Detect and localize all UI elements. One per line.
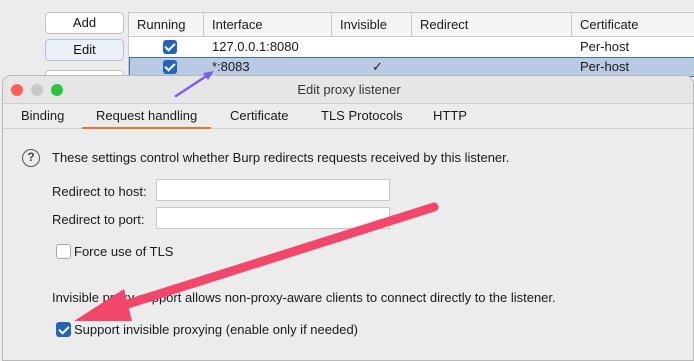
- header-certificate[interactable]: Certificate: [572, 13, 694, 37]
- force-tls-label: Force use of TLS: [74, 244, 174, 259]
- tab-bar: Binding Request handling Certificate TLS…: [3, 104, 693, 129]
- add-button[interactable]: Add: [45, 12, 124, 34]
- certificate-cell: Per-host: [580, 39, 630, 54]
- interface-cell: *:8083: [212, 59, 250, 74]
- tab-http[interactable]: HTTP: [419, 104, 481, 129]
- table-row[interactable]: *:8083 ✓ Per-host: [129, 57, 694, 77]
- redirect-port-input[interactable]: [156, 207, 390, 229]
- proxy-listeners-panel: Add Edit Running Interface Invisible Red…: [0, 0, 694, 80]
- request-handling-panel: ? These settings control whether Burp re…: [3, 129, 693, 360]
- tab-request-handling[interactable]: Request handling: [82, 104, 212, 129]
- running-checkbox[interactable]: [163, 40, 177, 54]
- certificate-cell: Per-host: [580, 59, 630, 74]
- redirect-host-input[interactable]: [156, 179, 390, 201]
- redirect-host-label: Redirect to host:: [52, 184, 147, 199]
- tab-binding[interactable]: Binding: [7, 104, 78, 129]
- question-circle-icon[interactable]: ?: [22, 149, 40, 167]
- help-text: These settings control whether Burp redi…: [52, 150, 510, 165]
- edit-button[interactable]: Edit: [45, 39, 124, 61]
- invisible-cell: [364, 37, 372, 57]
- invisible-proxy-checkbox[interactable]: [56, 322, 71, 337]
- dialog-title: Edit proxy listener: [297, 82, 401, 97]
- header-running[interactable]: Running: [129, 13, 204, 37]
- tab-certificate[interactable]: Certificate: [216, 104, 303, 129]
- invisible-proxy-label: Support invisible proxying (enable only …: [74, 322, 359, 337]
- edit-proxy-listener-dialog: Edit proxy listener Binding Request hand…: [2, 75, 694, 361]
- table-row[interactable]: 127.0.0.1:8080 Per-host: [129, 37, 694, 57]
- title-bar: Edit proxy listener: [3, 76, 693, 104]
- redirect-port-label: Redirect to port:: [52, 212, 145, 227]
- running-checkbox[interactable]: [163, 60, 177, 74]
- listeners-table: Running Interface Invisible Redirect Cer…: [128, 12, 694, 80]
- interface-cell: 127.0.0.1:8080: [212, 39, 299, 54]
- header-redirect[interactable]: Redirect: [412, 13, 572, 37]
- invisible-proxy-description: Invisible proxy support allows non-proxy…: [52, 290, 556, 305]
- header-invisible[interactable]: Invisible: [332, 13, 412, 37]
- force-tls-checkbox[interactable]: [56, 244, 71, 259]
- header-interface[interactable]: Interface: [204, 13, 332, 37]
- table-header: Running Interface Invisible Redirect Cer…: [129, 13, 694, 37]
- tab-tls-protocols[interactable]: TLS Protocols: [307, 104, 417, 129]
- invisible-cell: ✓: [372, 59, 383, 74]
